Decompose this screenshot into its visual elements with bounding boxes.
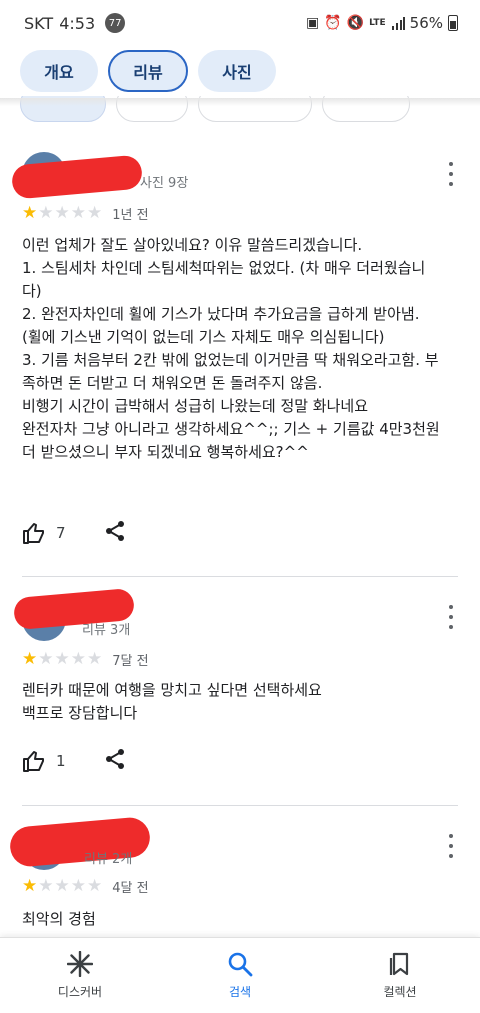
battery-icon bbox=[448, 15, 458, 31]
tab-overview[interactable]: 개요 bbox=[20, 50, 98, 92]
star-icon: ★ bbox=[22, 202, 38, 223]
star-icon: ★ bbox=[38, 875, 54, 896]
reviewer-meta: 리뷰 3개 bbox=[82, 623, 131, 638]
nav-search-label: 검색 bbox=[228, 985, 252, 999]
tab-photos[interactable]: 사진 bbox=[198, 50, 276, 92]
search-icon bbox=[228, 952, 253, 977]
star-icon: ★ bbox=[38, 202, 54, 223]
star-icon: ★ bbox=[38, 648, 54, 669]
share-icon bbox=[105, 749, 124, 769]
share-icon bbox=[105, 521, 124, 541]
bookmark-icon bbox=[389, 952, 409, 976]
thumbs-up-icon bbox=[23, 751, 44, 772]
divider bbox=[22, 576, 458, 577]
lock-icon: ▣ bbox=[306, 15, 320, 31]
carrier-label: SKT bbox=[24, 13, 54, 33]
mute-icon: 🔇 bbox=[346, 15, 365, 31]
nav-collections[interactable]: 컬렉션 bbox=[320, 938, 480, 1013]
review-time: 1년 전 bbox=[112, 207, 149, 223]
status-bar: SKT 4:53 77 ▣ ⏰ 🔇 LTE 56% bbox=[0, 0, 480, 46]
like-button[interactable]: 1 bbox=[22, 750, 66, 772]
divider bbox=[22, 805, 458, 806]
review-text: 최악의 경험 bbox=[22, 910, 96, 928]
review-text: 렌터카 때문에 여행을 망치고 싶다면 선택하세요 백프로 장담합니다 bbox=[22, 681, 322, 722]
review-text: 이런 업체가 잘도 살아있네요? 이유 말씀드리겠습니다. 1. 스팀세차 차인… bbox=[22, 236, 440, 461]
review-time: 7달 전 bbox=[112, 653, 149, 669]
like-count: 7 bbox=[56, 524, 66, 542]
header-shadow bbox=[0, 98, 480, 106]
alarm-icon: ⏰ bbox=[324, 15, 342, 31]
star-icon: ★ bbox=[70, 875, 86, 896]
star-icon: ★ bbox=[22, 875, 38, 896]
nav-search[interactable]: 검색 bbox=[160, 938, 320, 1013]
lte-icon: LTE bbox=[369, 17, 386, 28]
more-options-button[interactable] bbox=[446, 162, 456, 186]
place-tabs: 개요 리뷰 사진 bbox=[0, 50, 480, 96]
review-actions: 7 bbox=[22, 520, 126, 546]
reviewer-meta: 사진 9장 bbox=[140, 176, 189, 191]
star-icon: ★ bbox=[54, 648, 70, 669]
share-button[interactable] bbox=[104, 520, 126, 546]
notification-badge: 77 bbox=[105, 13, 126, 33]
like-count: 1 bbox=[56, 752, 66, 770]
like-button[interactable]: 7 bbox=[22, 522, 66, 544]
asterisk-icon bbox=[67, 951, 93, 977]
star-rating: ★ ★ ★ ★ ★ bbox=[22, 875, 103, 896]
share-button[interactable] bbox=[104, 748, 126, 774]
star-icon: ★ bbox=[70, 202, 86, 223]
rating-row: ★ ★ ★ ★ ★ 4달 전 bbox=[22, 876, 149, 896]
star-icon: ★ bbox=[70, 648, 86, 669]
star-icon: ★ bbox=[87, 648, 103, 669]
clock: 4:53 bbox=[59, 13, 96, 33]
star-rating: ★ ★ ★ ★ ★ bbox=[22, 648, 103, 669]
reviewer-meta: 리뷰 2개 bbox=[84, 852, 133, 867]
star-icon: ★ bbox=[87, 875, 103, 896]
star-icon: ★ bbox=[87, 202, 103, 223]
signal-icon bbox=[391, 17, 405, 30]
star-icon: ★ bbox=[54, 202, 70, 223]
rating-row: ★ ★ ★ ★ ★ 1년 전 bbox=[22, 203, 149, 223]
thumbs-up-icon bbox=[23, 523, 44, 544]
star-icon: ★ bbox=[22, 648, 38, 669]
star-rating: ★ ★ ★ ★ ★ bbox=[22, 202, 103, 223]
star-icon: ★ bbox=[54, 875, 70, 896]
more-options-button[interactable] bbox=[446, 834, 456, 858]
review-actions: 1 bbox=[22, 748, 126, 774]
review-time: 4달 전 bbox=[112, 880, 149, 896]
more-options-button[interactable] bbox=[446, 605, 456, 629]
nav-collections-label: 컬렉션 bbox=[383, 985, 417, 999]
nav-discover[interactable]: 디스커버 bbox=[0, 938, 160, 1013]
nav-discover-label: 디스커버 bbox=[57, 985, 103, 999]
bottom-navigation: 디스커버 검색 컬렉션 bbox=[0, 937, 480, 1013]
rating-row: ★ ★ ★ ★ ★ 7달 전 bbox=[22, 649, 149, 669]
battery-percent: 56% bbox=[409, 14, 443, 32]
tab-reviews[interactable]: 리뷰 bbox=[108, 50, 188, 92]
